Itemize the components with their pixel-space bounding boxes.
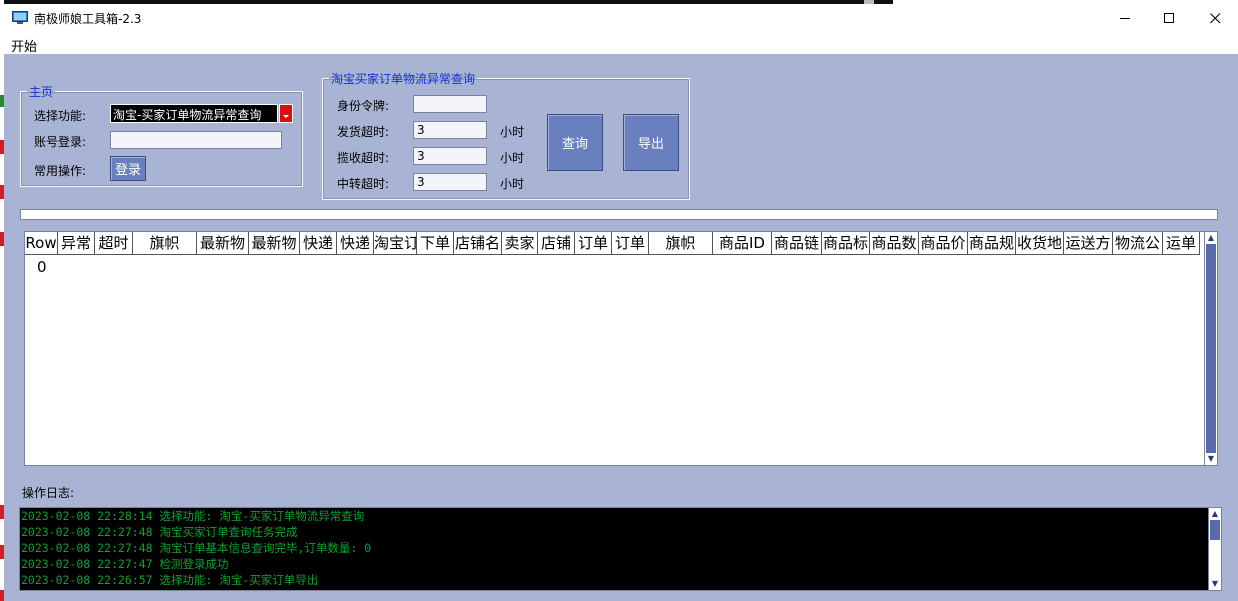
token-input[interactable] [413,95,487,113]
grid-column-header[interactable]: 快递 [337,232,374,254]
log-scrollbar[interactable]: ▲ ▼ [1208,507,1222,591]
account-login-input[interactable] [110,131,282,149]
grid-column-header[interactable]: 订单 [612,232,649,254]
maximize-button[interactable] [1146,4,1192,32]
app-window: 南极师娘工具箱-2.3 开始 主页 选择功能: 淘宝-买家订单物流异常查询 账号… [4,4,1238,601]
grid-scroll-thumb[interactable] [1206,244,1216,453]
select-function-label: 选择功能: [34,109,87,123]
transit-timeout-label: 中转超时: [337,177,390,191]
menu-bar: 开始 [4,32,1238,55]
ship-timeout-label: 发货超时: [337,125,390,139]
home-group-legend: 主页 [29,85,54,99]
scroll-down-icon[interactable]: ▼ [1210,579,1220,589]
grid-column-header[interactable]: 商品价 [919,232,968,254]
common-ops-label: 常用操作: [34,164,87,178]
function-select-dropdown[interactable] [279,104,293,123]
log-line: 2023-02-08 22:26:57 选择功能: 淘宝-买家订单导出 [21,573,319,587]
grid-column-header[interactable]: 旗帜 [133,232,197,254]
grid-column-header[interactable]: 商品规 [968,232,1016,254]
account-login-label: 账号登录: [34,135,87,149]
grid-column-header[interactable]: 运送方 [1064,232,1113,254]
grid-column-header[interactable]: 店铺 [538,232,575,254]
log-scroll-thumb[interactable] [1210,520,1220,540]
log-line: 2023-02-08 22:27:48 淘宝订单基本信息查询完毕,订单数量: 0 [21,541,372,555]
close-button[interactable] [1192,4,1238,32]
scroll-up-icon[interactable]: ▲ [1206,233,1216,243]
result-grid[interactable]: Row 异常 超时 旗帜 最新物 最新物 快递 快递 淘宝订 下单 店铺名 卖家… [24,231,1218,466]
grid-column-header[interactable]: 最新物 [249,232,300,254]
grid-column-header[interactable]: 商品链 [772,232,822,254]
grid-header: Row 异常 超时 旗帜 最新物 最新物 快递 快递 淘宝订 下单 店铺名 卖家… [25,232,1200,255]
chevron-down-icon [283,115,289,118]
grid-column-header[interactable]: 旗帜 [649,232,713,254]
progress-bar [20,209,1218,220]
grid-column-header[interactable]: 淘宝订 [374,232,417,254]
collect-timeout-label: 揽收超时: [337,151,390,165]
log-line: 2023-02-08 22:28:14 选择功能: 淘宝-买家订单物流异常查询 [21,509,365,523]
minimize-icon [1119,17,1130,19]
grid-column-header[interactable]: 店铺名 [454,232,502,254]
grid-column-header[interactable]: 最新物 [197,232,249,254]
table-row[interactable]: 0 [37,258,47,276]
grid-column-header[interactable]: 商品ID [713,232,772,254]
function-select[interactable]: 淘宝-买家订单物流异常查询 [110,104,278,123]
grid-column-header[interactable]: 收货地 [1016,232,1064,254]
log-line: 2023-02-08 22:27:48 淘宝买家订单查询任务完成 [21,525,298,539]
grid-column-header[interactable]: 超时 [95,232,133,254]
login-button[interactable]: 登录 [110,156,146,181]
query-group-legend: 淘宝买家订单物流异常查询 [331,72,476,86]
scroll-up-icon[interactable]: ▲ [1210,509,1220,519]
close-icon [1209,12,1220,23]
grid-column-header[interactable]: 快递 [300,232,337,254]
grid-column-header[interactable]: 订单 [575,232,612,254]
collect-timeout-input[interactable]: 3 [413,147,487,165]
grid-column-header[interactable]: 商品数 [870,232,919,254]
grid-column-header[interactable]: 下单 [417,232,454,254]
export-button[interactable]: 导出 [623,114,679,171]
grid-column-header[interactable]: 物流公 [1113,232,1163,254]
grid-scrollbar[interactable]: ▲ ▼ [1204,232,1217,465]
grid-column-header[interactable]: 运单 [1163,232,1200,254]
grid-column-header[interactable]: 异常 [58,232,95,254]
monitor-icon [12,11,28,24]
log-label: 操作日志: [22,486,75,500]
maximize-icon [1163,12,1174,23]
title-bar[interactable]: 南极师娘工具箱-2.3 [4,4,1238,32]
query-button[interactable]: 查询 [547,114,603,171]
client-area: 主页 选择功能: 淘宝-买家订单物流异常查询 账号登录: 常用操作: 登录 淘宝… [4,54,1238,601]
log-panel[interactable]: 2023-02-08 22:28:14 选择功能: 淘宝-买家订单物流异常查询 … [19,507,1222,591]
menu-start[interactable]: 开始 [11,36,37,55]
collect-timeout-unit: 小时 [500,151,525,165]
grid-column-header[interactable]: Row [25,232,58,254]
ship-timeout-input[interactable]: 3 [413,121,487,139]
grid-column-header[interactable]: 卖家 [502,232,538,254]
grid-column-header[interactable]: 商品标 [822,232,870,254]
log-line: 2023-02-08 22:27:47 检测登录成功 [21,557,229,571]
transit-timeout-input[interactable]: 3 [413,173,487,191]
token-label: 身份令牌: [337,99,390,113]
ship-timeout-unit: 小时 [500,125,525,139]
transit-timeout-unit: 小时 [500,177,525,191]
scroll-down-icon[interactable]: ▼ [1206,454,1216,464]
minimize-button[interactable] [1102,4,1148,32]
window-title: 南极师娘工具箱-2.3 [34,12,142,26]
